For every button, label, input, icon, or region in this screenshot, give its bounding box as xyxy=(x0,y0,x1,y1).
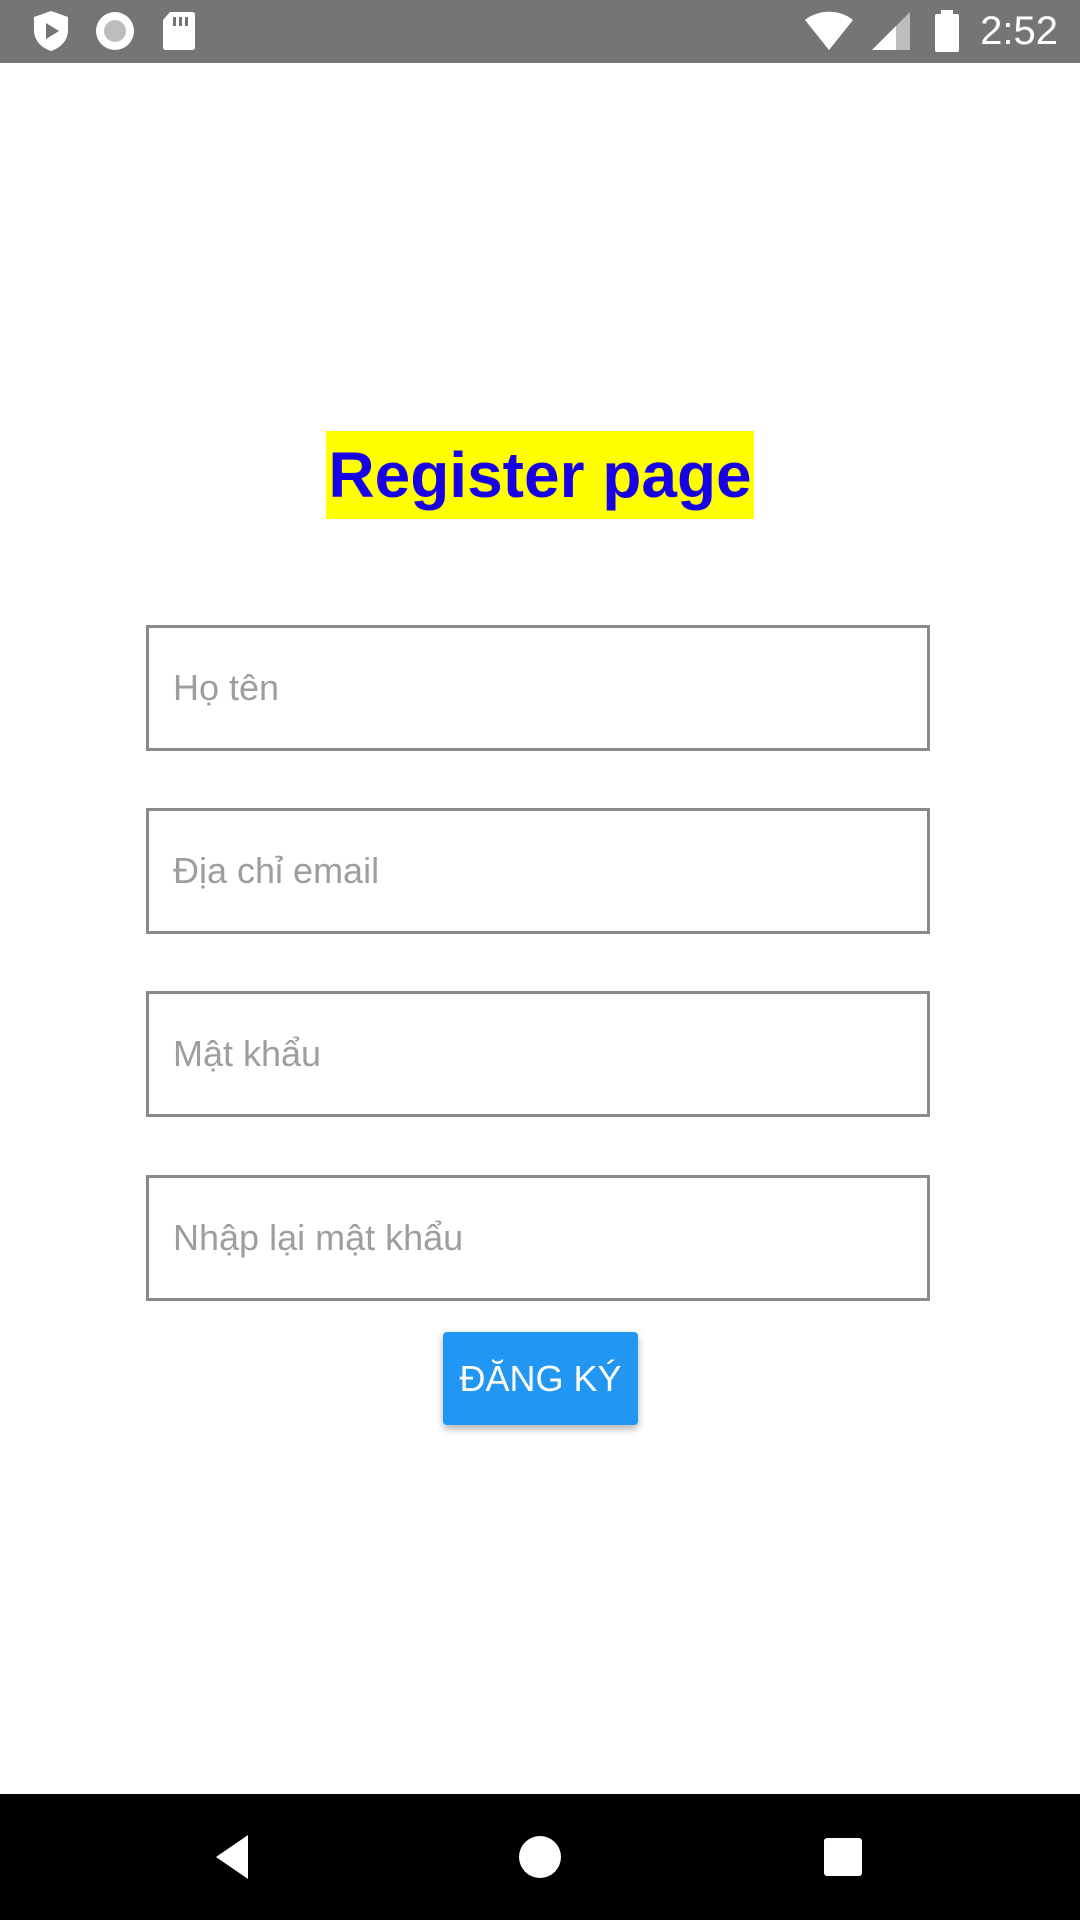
battery-icon xyxy=(932,8,962,54)
confirm-password-field xyxy=(146,1175,930,1301)
status-time: 2:52 xyxy=(980,8,1058,53)
wifi-icon xyxy=(804,8,854,54)
status-bar-right-icons: 2:52 xyxy=(804,6,1058,56)
sd-card-icon xyxy=(156,8,202,54)
record-icon xyxy=(92,8,138,54)
back-icon[interactable] xyxy=(208,1829,264,1885)
full-name-field xyxy=(146,625,930,751)
status-bar: 2:52 xyxy=(0,0,1080,63)
full-name-input[interactable] xyxy=(149,628,927,748)
recents-icon[interactable] xyxy=(815,1829,871,1885)
register-button[interactable]: ĐĂNG KÝ xyxy=(443,1332,638,1425)
status-bar-left-icons xyxy=(28,8,202,54)
title-container: Register page xyxy=(0,431,1080,519)
page-title: Register page xyxy=(326,431,754,519)
navigation-bar xyxy=(0,1794,1080,1920)
home-icon[interactable] xyxy=(512,1829,568,1885)
email-input[interactable] xyxy=(149,811,927,931)
signal-icon xyxy=(868,8,914,54)
email-field xyxy=(146,808,930,934)
register-screen: Register page ĐĂNG KÝ xyxy=(0,63,1080,1794)
password-input[interactable] xyxy=(149,994,927,1114)
password-field xyxy=(146,991,930,1117)
shield-play-icon xyxy=(28,8,74,54)
confirm-password-input[interactable] xyxy=(149,1178,927,1298)
